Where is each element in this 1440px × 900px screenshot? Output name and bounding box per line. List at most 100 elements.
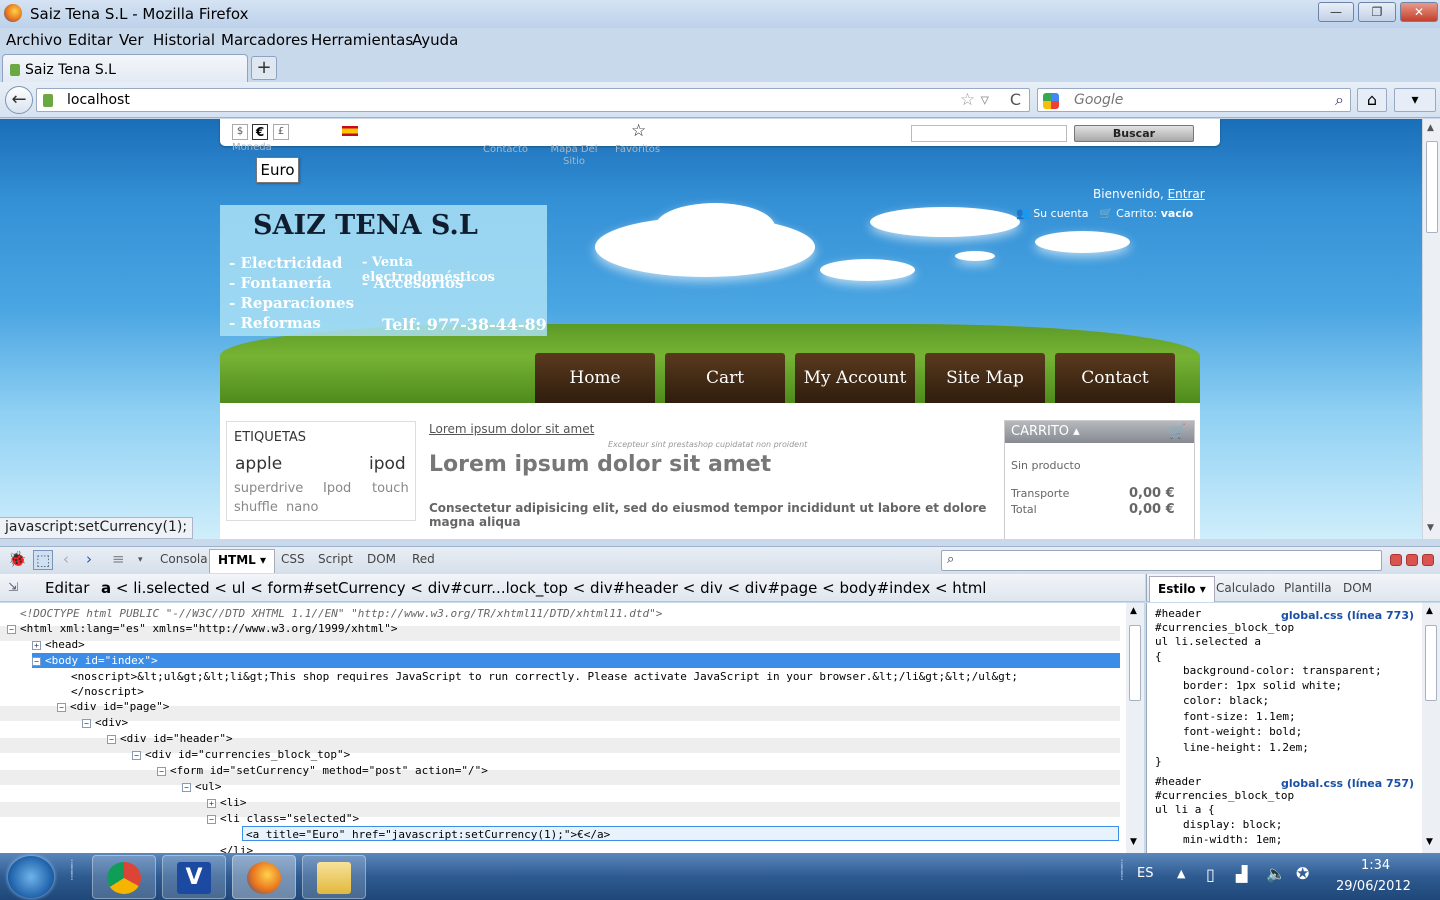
page-scrollbar[interactable]: ▲ ▼	[1422, 119, 1440, 539]
node-text[interactable]: <li>	[220, 796, 247, 809]
firebug-search-input[interactable]: ⌕	[941, 550, 1382, 571]
tree-node-noscript[interactable]: <noscript>&lt;ul&gt;&lt;li&gt;This shop …	[71, 669, 1018, 684]
tab-plantilla[interactable]: Plantilla	[1284, 581, 1332, 595]
list-icon[interactable]: ≡	[112, 550, 125, 568]
tree-node-head[interactable]: + <head>	[32, 637, 85, 652]
collapse-icon[interactable]: −	[7, 624, 16, 634]
google-icon[interactable]	[1043, 93, 1059, 109]
node-text[interactable]: <div>	[95, 716, 128, 729]
nav-home[interactable]: Home	[535, 353, 655, 403]
node-text[interactable]: <body id="index">	[45, 654, 158, 667]
css-declaration[interactable]: font-weight: bold;	[1183, 724, 1302, 739]
collapse-icon[interactable]: −	[157, 766, 166, 776]
breadcrumb[interactable]: a < li.selected < ul < form#setCurrency …	[101, 579, 986, 597]
tab-css[interactable]: CSS	[281, 552, 305, 566]
url-text[interactable]: localhost	[67, 92, 130, 108]
menu-ayuda[interactable]: Ayuda	[412, 31, 458, 49]
site-search-input[interactable]	[911, 125, 1067, 142]
firebug-detach-icon[interactable]	[1406, 554, 1418, 566]
currency-pound[interactable]: £	[273, 124, 289, 140]
tree-node-html[interactable]: − <html xml:lang="es" xmlns="http://www.w…	[7, 621, 398, 636]
menu-herramientas[interactable]: Herramientas	[311, 31, 413, 49]
tab-saiz-tena[interactable]: Saiz Tena S.L	[2, 54, 248, 82]
mapa-link[interactable]: Mapa Del Sitio	[546, 144, 602, 168]
tag-link[interactable]: shuffle	[234, 500, 278, 515]
volume-icon[interactable]: 🔈	[1266, 864, 1286, 883]
nav-my-account[interactable]: My Account	[795, 353, 915, 403]
tree-node-form[interactable]: − <form id="setCurrency" method="post" ac…	[157, 763, 488, 778]
editar-button[interactable]: Editar	[45, 579, 89, 597]
node-text[interactable]: <li class="selected">	[220, 812, 359, 825]
menu-marcadores[interactable]: Marcadores	[221, 31, 308, 49]
css-declaration[interactable]: line-height: 1.2em;	[1183, 740, 1309, 755]
login-link[interactable]: Entrar	[1168, 187, 1205, 201]
tree-node-li-close[interactable]: </li>	[220, 843, 253, 853]
cart-label[interactable]: Carrito:	[1116, 207, 1157, 220]
expand-icon[interactable]: +	[32, 640, 41, 650]
node-text[interactable]: <form id="setCurrency" method="post" act…	[170, 764, 488, 777]
tab-red[interactable]: Red	[412, 552, 435, 566]
node-text[interactable]: <ul>	[195, 780, 222, 793]
url-bar[interactable]: localhost ☆ ▿ C	[36, 88, 1030, 112]
expand-icon[interactable]: ⇲	[8, 580, 18, 594]
collapse-icon[interactable]: −	[32, 656, 41, 666]
back-arrow-icon[interactable]: ‹	[63, 550, 69, 568]
contacto-link[interactable]: Contacto	[483, 144, 528, 156]
scroll-thumb[interactable]	[1129, 625, 1141, 701]
search-icon[interactable]: ⌕	[1335, 90, 1344, 110]
tree-node-li-selected[interactable]: − <li class="selected">	[207, 811, 359, 826]
site-identity-icon[interactable]	[43, 94, 53, 107]
bookmark-star-icon[interactable]: ☆ ▿	[960, 90, 989, 110]
expand-icon[interactable]: +	[207, 798, 216, 808]
start-button[interactable]	[8, 856, 54, 898]
tag-link[interactable]: Ipod	[323, 481, 351, 496]
node-text[interactable]: <html xml:lang="es" xmlns="http://www.w3…	[20, 622, 398, 635]
menu-ver[interactable]: Ver	[119, 31, 144, 49]
tree-node-a-highlight[interactable]: <a title="Euro" href="javascript:setCurr…	[242, 826, 1119, 841]
collapse-icon[interactable]: −	[207, 814, 216, 824]
home-button[interactable]: ⌂	[1357, 88, 1387, 112]
tab-dom[interactable]: DOM	[367, 552, 396, 566]
collapse-icon[interactable]: −	[132, 750, 141, 760]
dropdown-icon[interactable]: ▾	[138, 555, 143, 565]
menu-editar[interactable]: Editar	[68, 31, 112, 49]
tree-node-currencies[interactable]: − <div id="currencies_block_top">	[132, 747, 350, 762]
rule-source-link[interactable]: global.css (línea 757)	[1281, 777, 1414, 790]
inspect-icon[interactable]: ⬚	[33, 550, 54, 570]
collapse-icon[interactable]: −	[82, 718, 91, 728]
crumb-current[interactable]: a	[101, 579, 111, 597]
network-icon[interactable]: ▟	[1236, 865, 1248, 883]
scroll-down-icon[interactable]: ▼	[1427, 523, 1434, 533]
rule-source-link[interactable]: global.css (línea 773)	[1281, 609, 1414, 622]
favoritos-link[interactable]: Favoritos	[615, 144, 660, 156]
tree-node-noscript-close[interactable]: </noscript>	[71, 684, 144, 699]
search-placeholder[interactable]: Google	[1074, 92, 1123, 108]
css-declaration[interactable]: border: 1px solid white;	[1183, 678, 1342, 693]
style-panel-scrollbar[interactable]: ▲ ▼	[1422, 603, 1440, 853]
scroll-thumb[interactable]	[1425, 625, 1437, 701]
css-declaration[interactable]: font-size: 1.1em;	[1183, 709, 1296, 724]
css-declaration[interactable]: display: block;	[1183, 817, 1282, 832]
collapse-icon[interactable]: −	[182, 782, 191, 792]
tray-expand-icon[interactable]: ▲	[1177, 867, 1185, 880]
tree-node-li[interactable]: + <li>	[207, 795, 247, 810]
scroll-thumb[interactable]	[1426, 141, 1438, 233]
menu-historial[interactable]: Historial	[153, 31, 215, 49]
taskbar-explorer[interactable]	[302, 855, 366, 899]
tag-link[interactable]: touch	[372, 481, 409, 496]
scroll-up-icon[interactable]: ▲	[1427, 123, 1434, 133]
collapse-icon[interactable]: −	[57, 702, 66, 712]
currency-euro[interactable]: €	[252, 124, 268, 140]
tab-calculado[interactable]: Calculado	[1216, 581, 1275, 595]
node-text[interactable]: <div id="header">	[120, 732, 233, 745]
tab-estilo[interactable]: Estilo ▾	[1149, 576, 1215, 602]
tab-dom-side[interactable]: DOM	[1343, 581, 1372, 595]
scroll-down-icon[interactable]: ▼	[1130, 837, 1137, 847]
collapse-icon[interactable]: −	[107, 734, 116, 744]
crumb-path[interactable]: < li.selected < ul < form#setCurrency < …	[116, 579, 987, 597]
tree-node-header[interactable]: − <div id="header">	[107, 731, 233, 746]
clock-date[interactable]: 29/06/2012	[1336, 879, 1411, 894]
firebug-close-icon[interactable]	[1422, 554, 1434, 566]
article-link[interactable]: Lorem ipsum dolor sit amet	[429, 422, 594, 436]
update-icon[interactable]: ✪	[1296, 864, 1309, 883]
